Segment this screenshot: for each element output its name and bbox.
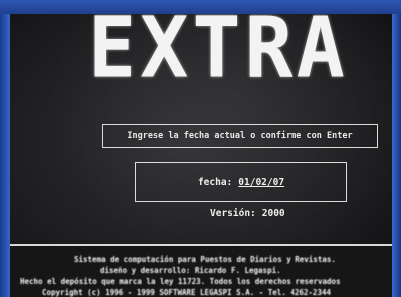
date-label: fecha: [197, 176, 233, 188]
footer-line-copyright: Copyright (c) 1996 - 1999 SOFTWARE LEGAS… [42, 288, 331, 297]
monitor-bezel-right [392, 14, 401, 297]
version-info: Versión: 2000 [210, 208, 285, 219]
date-input[interactable]: 01/02/07 [238, 177, 284, 188]
footer-line-system: Sistema de computación para Puestos de D… [74, 255, 336, 264]
monitor-bezel-left [0, 14, 10, 297]
crt-screen: EXTRA Ingrese la fecha actual o confirme… [10, 14, 392, 297]
monitor-bezel-top [0, 0, 401, 14]
footer-line-legal: Hecho el depósito que marca la ley 11723… [20, 277, 341, 286]
app-logo: EXTRA [88, 14, 349, 97]
footer-line-design: diseño y desarrollo: Ricardo F. Legaspi. [100, 266, 281, 275]
date-row: fecha: 01/02/07 [198, 177, 284, 188]
version-value: 2000 [261, 208, 285, 219]
footer-credits: Sistema de computación para Puestos de D… [10, 244, 392, 297]
prompt-text: Ingrese la fecha actual o confirme con E… [127, 131, 353, 141]
prompt-box: Ingrese la fecha actual o confirme con E… [102, 124, 378, 148]
date-box[interactable]: fecha: 01/02/07 [135, 162, 347, 202]
version-label: Versión: [210, 208, 256, 219]
